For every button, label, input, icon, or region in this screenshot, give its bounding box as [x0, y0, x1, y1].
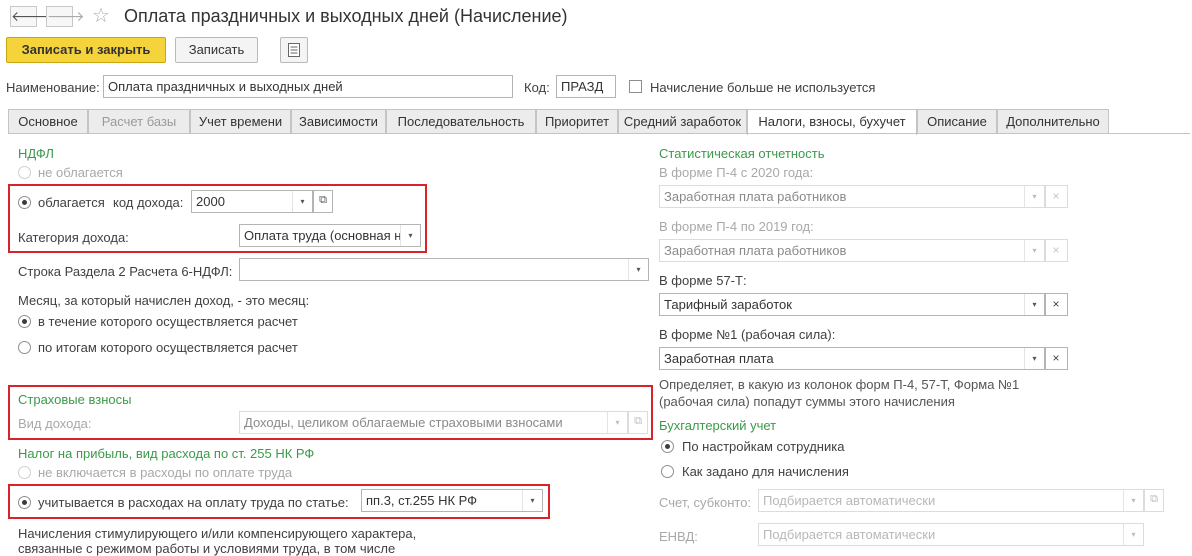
month-opt2-radio[interactable]: [18, 341, 31, 354]
tab-priority[interactable]: Приоритет: [536, 109, 618, 134]
chevron-down-icon[interactable]: ▾: [1123, 490, 1143, 511]
profit-tax-header: Налог на прибыль, вид расхода по ст. 255…: [18, 446, 315, 461]
profit-tax-highlight: [8, 484, 550, 519]
clear-icon: ×: [1046, 186, 1067, 207]
document-list-icon: [288, 43, 300, 57]
clear-button[interactable]: ×: [1045, 185, 1068, 208]
clear-icon: ×: [1046, 240, 1067, 261]
account-placeholder: Подбирается автоматически: [763, 493, 936, 508]
envd-placeholder: Подбирается автоматически: [763, 527, 936, 542]
ndfl-highlight: [8, 184, 427, 253]
chevron-down-icon[interactable]: ▾: [1024, 186, 1044, 207]
acc-opt1-label: По настройкам сотрудника: [682, 439, 845, 454]
p4-2020-value: Заработная плата работников: [664, 189, 847, 204]
month-label: Месяц, за который начислен доход, - это …: [18, 293, 310, 308]
f1-value: Заработная плата: [664, 351, 774, 366]
tab-dependencies[interactable]: Зависимости: [291, 109, 386, 134]
chevron-down-icon[interactable]: ▾: [628, 259, 648, 280]
not-included-label: не включается в расходы по оплате труда: [38, 465, 293, 480]
chevron-down-icon[interactable]: ▾: [1024, 240, 1044, 261]
account-field[interactable]: Подбирается автоматически ▾: [758, 489, 1144, 512]
p4-2019-field[interactable]: Заработная плата работников ▾: [659, 239, 1045, 262]
star-icon[interactable]: ☆: [92, 3, 110, 28]
account-label: Счет, субконто:: [659, 495, 752, 510]
not-taxed-radio[interactable]: [18, 166, 31, 179]
acc-opt2-label: Как задано для начисления: [682, 464, 849, 479]
tab-sequence[interactable]: Последовательность: [386, 109, 536, 134]
arrow-right-icon: 🡒: [47, 8, 85, 24]
name-label: Наименование:: [6, 80, 100, 95]
p4-2020-label: В форме П-4 с 2020 года:: [659, 165, 814, 180]
f1-label: В форме №1 (рабочая сила):: [659, 327, 836, 342]
chevron-down-icon[interactable]: ▾: [1024, 294, 1044, 315]
forward-button[interactable]: 🡒: [46, 6, 85, 27]
report-button[interactable]: [280, 37, 308, 63]
f57-field[interactable]: Тарифный заработок ▾: [659, 293, 1045, 316]
unused-checkbox[interactable]: [629, 80, 642, 93]
p4-2019-label: В форме П-4 по 2019 год:: [659, 219, 814, 234]
tab-base-calc[interactable]: Расчет базы: [88, 109, 190, 134]
f57-label: В форме 57-Т:: [659, 273, 747, 288]
clear-button[interactable]: ×: [1045, 347, 1068, 370]
note-line1: Определяет, в какую из колонок форм П-4,…: [659, 377, 1020, 392]
envd-field[interactable]: Подбирается автоматически ▾: [758, 523, 1144, 546]
p4-2019-value: Заработная плата работников: [664, 243, 847, 258]
p4-2020-field[interactable]: Заработная плата работников ▾: [659, 185, 1045, 208]
section2-label: Строка Раздела 2 Расчета 6-НДФЛ:: [18, 264, 233, 279]
tab-main[interactable]: Основное: [8, 109, 88, 134]
tab-divider: [8, 133, 1190, 134]
chevron-down-icon[interactable]: ▾: [1123, 524, 1143, 545]
stimulus-line1: Начисления стимулирующего и/или компенси…: [18, 526, 417, 541]
chevron-down-icon[interactable]: ▾: [1024, 348, 1044, 369]
open-icon[interactable]: ⧉: [1144, 489, 1164, 512]
unused-label: Начисление больше не используется: [650, 80, 876, 95]
f1-field[interactable]: Заработная плата ▾: [659, 347, 1045, 370]
acc-opt2-radio[interactable]: [661, 465, 674, 478]
arrow-left-icon: 🡐: [11, 8, 49, 24]
name-field[interactable]: Оплата праздничных и выходных дней: [103, 75, 513, 98]
tab-taxes[interactable]: Налоги, взносы, бухучет: [747, 109, 917, 135]
section2-field[interactable]: ▾: [239, 258, 649, 281]
not-included-radio[interactable]: [18, 466, 31, 479]
note-line2: (рабочая сила) попадут суммы этого начис…: [659, 394, 955, 409]
clear-icon: ×: [1046, 348, 1067, 369]
month-opt2-label: по итогам которого осуществляется расчет: [38, 340, 298, 355]
tab-average-earnings[interactable]: Средний заработок: [618, 109, 747, 134]
ndfl-header: НДФЛ: [18, 146, 54, 161]
clear-button[interactable]: ×: [1045, 239, 1068, 262]
tab-description[interactable]: Описание: [917, 109, 997, 134]
code-field[interactable]: ПРАЗД: [556, 75, 616, 98]
accounting-header: Бухгалтерский учет: [659, 418, 777, 433]
save-and-close-button[interactable]: Записать и закрыть: [6, 37, 166, 63]
stat-header: Статистическая отчетность: [659, 146, 825, 161]
tab-time-accounting[interactable]: Учет времени: [190, 109, 291, 134]
envd-label: ЕНВД:: [659, 529, 698, 544]
save-button[interactable]: Записать: [175, 37, 258, 63]
clear-button[interactable]: ×: [1045, 293, 1068, 316]
back-button[interactable]: 🡐: [10, 6, 49, 27]
clear-icon: ×: [1046, 294, 1067, 315]
page-title: Оплата праздничных и выходных дней (Начи…: [124, 6, 568, 26]
tab-additional[interactable]: Дополнительно: [997, 109, 1109, 134]
month-opt1-radio[interactable]: [18, 315, 31, 328]
insurance-highlight: [8, 385, 653, 440]
code-label: Код:: [524, 80, 550, 95]
f57-value: Тарифный заработок: [664, 297, 792, 312]
month-opt1-label: в течение которого осуществляется расчет: [38, 314, 298, 329]
not-taxed-label: не облагается: [38, 165, 123, 180]
acc-opt1-radio[interactable]: [661, 440, 674, 453]
